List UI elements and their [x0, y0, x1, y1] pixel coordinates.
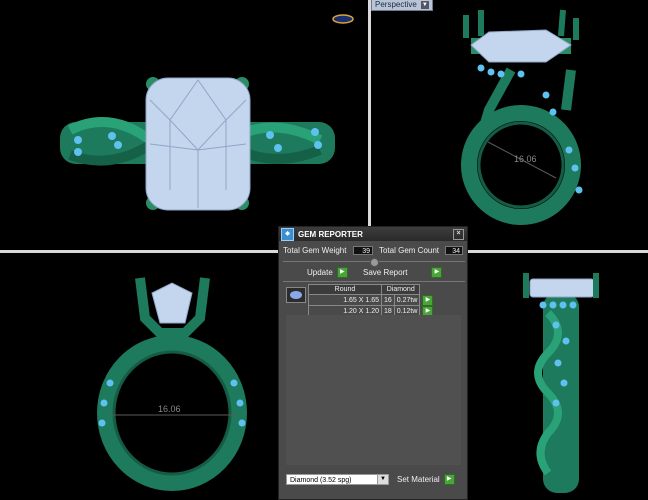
total-count-label: Total Gem Count [379, 246, 440, 255]
play-icon[interactable]: ▶ [422, 294, 434, 306]
total-weight-field: 39 [353, 246, 373, 255]
gem-table: Round Diamond 1.65 X 1.65 16 0.27tw ▶ 1.… [308, 284, 436, 317]
total-weight-label: Total Gem Weight [283, 246, 347, 255]
update-button[interactable]: Update ▶ [307, 267, 348, 278]
column-header-material: Diamond [380, 284, 421, 295]
gem-list-area [286, 315, 461, 465]
total-count-field: 34 [445, 246, 463, 255]
dimension-label-front: 16.06 [158, 404, 181, 414]
update-label: Update [307, 268, 333, 277]
save-report-label: Save Report [363, 268, 408, 277]
dimension-label-perspective: 16.06 [514, 154, 537, 164]
chevron-down-icon: ▼ [420, 1, 429, 9]
separator [283, 281, 465, 282]
view-mode-label: Perspective [375, 0, 417, 9]
close-icon[interactable]: × [453, 229, 464, 240]
gem-reporter-panel: ◆ GEM REPORTER × Total Gem Weight 39 Tot… [278, 226, 468, 500]
play-icon: ▶ [431, 267, 443, 278]
set-material-button[interactable]: Set Material ▶ [397, 474, 455, 485]
viewport-side[interactable] [468, 253, 648, 500]
gem-size: 1.65 X 1.65 [308, 294, 382, 306]
panel-titlebar[interactable]: ◆ GEM REPORTER × [279, 227, 467, 241]
chevron-down-icon: ▼ [377, 475, 388, 484]
viewport-perspective[interactable]: 16.06 Perspective ▼ [371, 0, 648, 250]
ring-band-perspective [461, 105, 581, 225]
save-report-button[interactable]: Save Report ▶ [363, 267, 443, 278]
material-select-value: Diamond (3.52 spg) [290, 477, 352, 484]
play-icon: ▶ [443, 474, 455, 485]
axis-compass-icon [332, 14, 354, 24]
viewport-top[interactable] [0, 0, 368, 250]
panel-title: GEM REPORTER [298, 229, 363, 239]
view-mode-dropdown[interactable]: Perspective ▼ [371, 0, 433, 11]
column-header-shape: Round [308, 284, 382, 295]
app-logo-icon: ◆ [281, 227, 294, 241]
material-select[interactable]: Diamond (3.52 spg) ▼ [286, 474, 389, 485]
set-material-label: Set Material [397, 475, 440, 484]
round-gem-icon[interactable] [286, 287, 306, 303]
gem-count: 16 [381, 294, 395, 306]
play-icon: ▶ [336, 267, 348, 278]
gem-weight: 0.27tw [393, 294, 421, 306]
table-row[interactable]: 1.65 X 1.65 16 0.27tw ▶ [308, 294, 436, 306]
collapse-knob-icon[interactable] [370, 258, 379, 267]
